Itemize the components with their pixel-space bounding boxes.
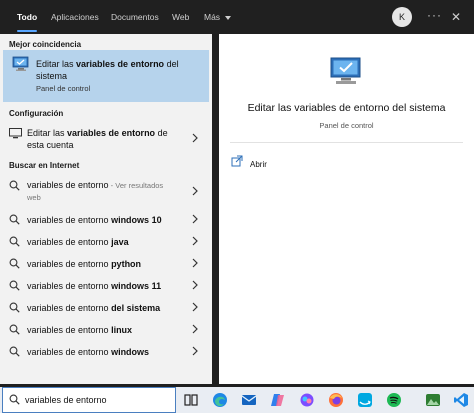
avatar[interactable]: K xyxy=(392,7,412,27)
ellipsis-icon: ··· xyxy=(427,8,442,22)
active-tab-indicator xyxy=(17,30,38,32)
web-result-hint: web xyxy=(27,193,41,202)
search-icon xyxy=(9,258,20,269)
search-icon xyxy=(9,180,20,191)
divider xyxy=(230,142,463,143)
tab-label: Todo xyxy=(17,12,38,22)
web-result-item[interactable]: variables de entorno linux xyxy=(3,319,209,341)
avatar-initial: K xyxy=(398,12,405,22)
chevron-down-icon xyxy=(225,15,232,20)
search-icon xyxy=(9,236,20,247)
best-match-subtitle: Panel de control xyxy=(36,84,91,93)
web-result-item[interactable]: variables de entorno - Ver resultados we… xyxy=(3,175,209,205)
copilot-icon[interactable] xyxy=(299,392,315,408)
section-web: Buscar en Internet xyxy=(9,161,80,170)
web-result-item[interactable]: variables de entorno python xyxy=(3,253,209,275)
tab-aplicaciones[interactable]: Aplicaciones xyxy=(51,0,99,34)
tab-todo[interactable]: Todo xyxy=(17,0,38,34)
web-result-item[interactable]: variables de entorno windows xyxy=(3,341,209,363)
search-icon xyxy=(9,346,20,357)
tab-documentos[interactable]: Documentos xyxy=(111,0,159,34)
system-properties-icon xyxy=(12,56,29,71)
search-box[interactable]: variables de entorno xyxy=(2,387,176,413)
web-result-text: variables de entorno windows xyxy=(27,347,150,357)
search-icon xyxy=(9,280,20,291)
tab-label: Web xyxy=(172,12,190,22)
detail-title: Editar las variables de entorno del sist… xyxy=(247,102,446,114)
web-result-text: variables de entorno del sistema xyxy=(27,303,161,313)
search-input[interactable]: variables de entorno xyxy=(25,395,107,405)
search-scope-tabs: Todo Aplicaciones Documentos Web Más K ·… xyxy=(0,0,474,34)
tab-label: Más xyxy=(204,12,221,22)
prime-video-icon[interactable] xyxy=(357,392,373,408)
more-options-button[interactable]: ··· xyxy=(427,0,442,34)
search-icon xyxy=(9,302,20,313)
best-match-item[interactable]: Editar las variables de entorno del sist… xyxy=(3,50,209,102)
tab-label: Documentos xyxy=(111,12,159,22)
web-result-item[interactable]: variables de entorno java xyxy=(3,231,209,253)
copilot-icon[interactable] xyxy=(270,392,286,408)
photos-icon[interactable] xyxy=(425,392,441,408)
web-result-text: variables de entorno windows 11 xyxy=(27,281,162,291)
web-result-text: variables de entorno - Ver resultados xyxy=(27,180,164,190)
web-result-text: variables de entorno java xyxy=(27,237,129,247)
system-properties-icon xyxy=(330,57,361,84)
results-panel: Mejor coincidencia Editar las variables … xyxy=(0,34,212,384)
search-icon xyxy=(9,214,20,225)
edge-icon[interactable] xyxy=(212,392,228,408)
tab-label: Aplicaciones xyxy=(51,12,99,22)
web-result-item[interactable]: variables de entorno del sistema xyxy=(3,297,209,319)
section-settings: Configuración xyxy=(9,109,64,118)
tab-web[interactable]: Web xyxy=(172,0,189,34)
web-result-text: variables de entorno windows 10 xyxy=(27,215,162,225)
spotify-icon[interactable] xyxy=(386,392,402,408)
firefox-icon[interactable] xyxy=(328,392,344,408)
detail-subtitle: Panel de control xyxy=(319,121,374,130)
tab-mas[interactable]: Más xyxy=(204,0,232,34)
open-icon[interactable] xyxy=(231,155,243,167)
monitor-icon xyxy=(9,128,22,139)
settings-item-account-env-vars[interactable]: Editar las variables de entorno de esta … xyxy=(3,124,209,154)
detail-panel: Editar las variables de entorno del sist… xyxy=(219,34,474,384)
web-result-item[interactable]: variables de entorno windows 11 xyxy=(3,275,209,297)
search-icon xyxy=(9,324,20,335)
web-result-item[interactable]: variables de entorno windows 10 xyxy=(3,209,209,231)
vscode-icon[interactable] xyxy=(453,392,469,408)
web-result-text: variables de entorno linux xyxy=(27,325,133,335)
open-action[interactable]: Abrir xyxy=(250,160,267,169)
section-best-match: Mejor coincidencia xyxy=(9,40,82,49)
best-match-title: Editar las variables de entorno del sist… xyxy=(36,59,179,81)
mail-icon[interactable] xyxy=(241,392,257,408)
close-icon: ✕ xyxy=(451,10,462,24)
close-button[interactable]: ✕ xyxy=(451,0,461,34)
task-view-icon[interactable] xyxy=(183,392,199,408)
web-result-text: variables de entorno python xyxy=(27,259,142,269)
settings-item-title: Editar las variables de entorno de esta … xyxy=(27,128,168,150)
search-icon xyxy=(9,394,20,405)
